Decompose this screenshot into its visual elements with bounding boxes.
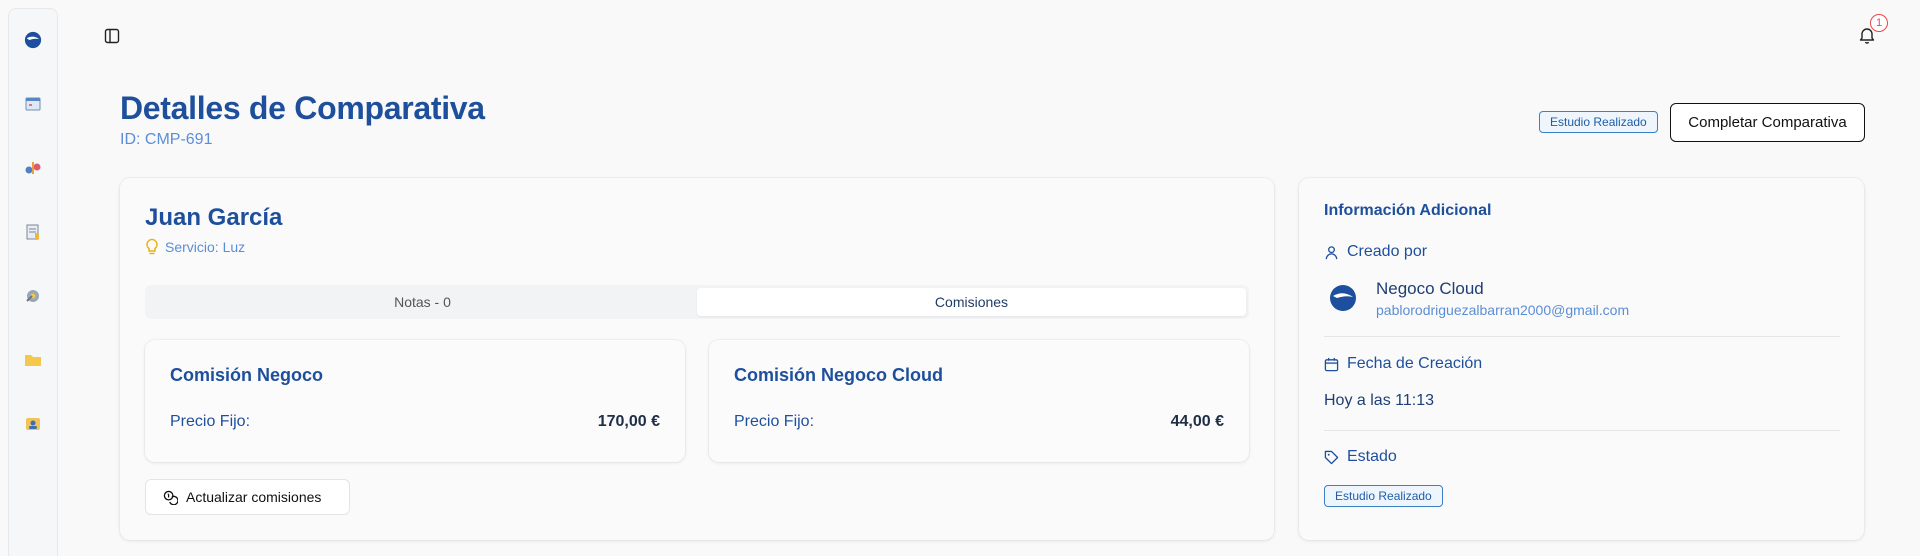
tools-icon[interactable] [24,287,42,305]
commission-title: Comisión Negoco Cloud [734,365,943,385]
client-name: Juan García [145,204,283,231]
comparison-icon[interactable] [24,159,42,177]
commission-value: 44,00 € [1170,413,1224,430]
commission-value: 170,00 € [597,413,660,430]
avatar [1330,285,1356,311]
status-label: Estado [1347,448,1397,465]
commission-label: Precio Fijo: [734,413,815,430]
calendar-icon[interactable] [24,95,42,113]
additional-info-title: Información Adicional [1324,202,1492,219]
commission-card-negoco: Comisión Negoco Precio Fijo: 170,00 € [145,340,685,462]
documents-icon[interactable] [24,223,42,241]
creation-date-row: Fecha de Creación [1324,355,1482,373]
update-commissions-label: Actualizar comisiones [186,489,322,505]
divider [1324,430,1840,431]
notifications-button[interactable]: 1 [1858,14,1888,48]
service-info: Servicio: Luz [145,238,245,256]
notification-count-badge: 1 [1870,14,1888,32]
tab-bar: Notas - 0 Comisiones [145,285,1249,319]
creator-name: Negoco Cloud [1376,279,1484,298]
complete-comparison-button[interactable]: Completar Comparativa [1670,103,1865,142]
status-badge: Estudio Realizado [1539,111,1658,133]
divider [1324,336,1840,337]
commission-title: Comisión Negoco [170,365,324,385]
commission-label: Precio Fijo: [170,413,251,430]
creator-email: pablorodriguezalbarran2000@gmail.com [1376,302,1630,318]
creation-date-value: Hoy a las 11:13 [1324,392,1434,409]
comparison-card: Juan García Servicio: Luz Notas - 0 Comi… [120,178,1274,540]
lightbulb-icon [146,238,158,255]
commission-card-negoco-cloud: Comisión Negoco Cloud Precio Fijo: 44,00… [709,340,1249,462]
status-badge: Estudio Realizado [1324,485,1443,507]
comparison-id: ID: CMP-691 [120,131,213,148]
update-commissions-button[interactable]: Actualizar comisiones [145,479,350,515]
sidebar-toggle-button[interactable] [100,24,124,48]
created-by-row: Creado por [1324,243,1427,261]
panel-left-icon [104,28,120,44]
user-icon [1325,245,1338,259]
tag-icon [1324,450,1339,464]
additional-info-card: Información Adicional Creado por Negoco … [1299,178,1864,540]
service-label: Servicio: Luz [165,239,246,255]
calendar-outline-icon [1324,357,1339,371]
creation-date-label: Fecha de Creación [1347,355,1483,372]
logo-icon[interactable] [24,31,42,49]
tab-commissions[interactable]: Comisiones [697,288,1246,316]
page-title: Detalles de Comparativa [120,90,485,126]
tab-notes[interactable]: Notas - 0 [148,288,697,316]
sidebar-rail [8,8,58,556]
folder-icon[interactable] [24,351,42,369]
status-row: Estado [1324,448,1397,466]
coins-icon [163,490,178,505]
created-by-label: Creado por [1347,243,1428,260]
contacts-icon[interactable] [24,415,42,433]
